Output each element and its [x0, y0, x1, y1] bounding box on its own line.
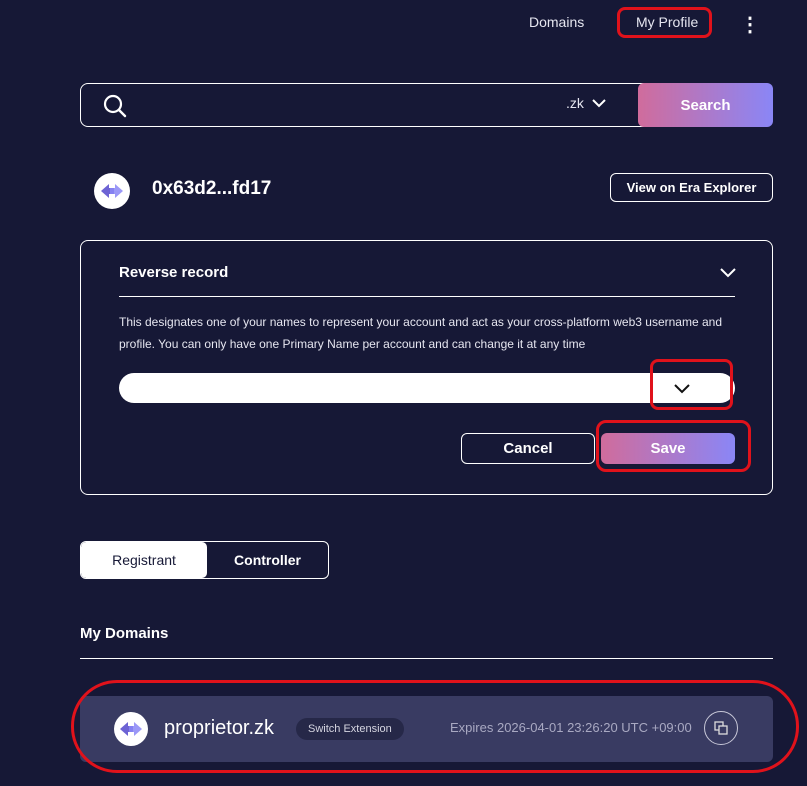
search-icon — [102, 93, 128, 124]
chevron-down-icon[interactable] — [720, 265, 736, 283]
primary-name-select[interactable] — [119, 373, 735, 403]
avatar — [94, 173, 130, 209]
tab-controller[interactable]: Controller — [207, 542, 328, 578]
role-tabs: Registrant Controller — [80, 541, 329, 579]
extension-select[interactable]: .zk — [566, 95, 606, 111]
divider — [119, 296, 735, 297]
tab-registrant[interactable]: Registrant — [81, 542, 207, 578]
swap-arrows-icon — [101, 184, 123, 198]
highlight-my-profile — [617, 7, 712, 38]
divider — [80, 658, 773, 659]
search-button[interactable]: Search — [638, 83, 773, 127]
nav-domains-link[interactable]: Domains — [529, 14, 584, 30]
chevron-down-icon — [592, 99, 606, 108]
account-address: 0x63d2...fd17 — [152, 178, 272, 199]
reverse-record-description: This designates one of your names to rep… — [119, 315, 722, 351]
search-input[interactable] — [140, 90, 554, 122]
my-domains-heading: My Domains — [80, 625, 169, 642]
cancel-button[interactable]: Cancel — [461, 433, 595, 464]
view-on-explorer-button[interactable]: View on Era Explorer — [610, 173, 773, 202]
extension-label: .zk — [566, 95, 584, 111]
reverse-record-title: Reverse record — [119, 264, 229, 281]
highlight-save-button — [596, 420, 751, 472]
highlight-select-dropdown — [650, 359, 733, 410]
highlight-domain-card — [71, 680, 799, 773]
more-vertical-icon[interactable]: ⋮ — [740, 12, 760, 37]
